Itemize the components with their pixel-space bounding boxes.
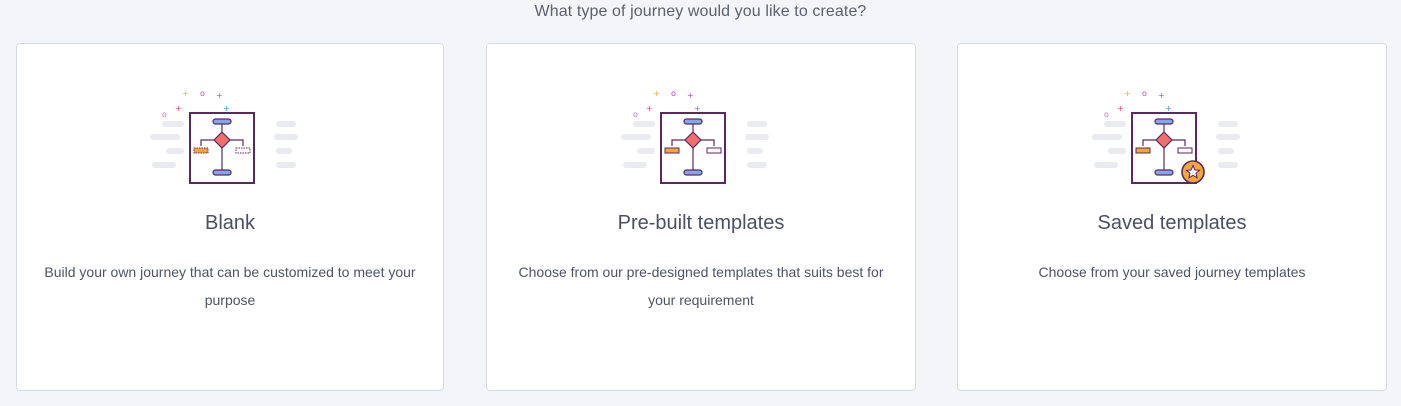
- svg-text:o: o: [200, 89, 205, 98]
- svg-text:+: +: [653, 89, 660, 98]
- svg-text:+: +: [1165, 104, 1172, 113]
- card-description: Choose from your saved journey templates: [1038, 264, 1306, 280]
- svg-text:+: +: [694, 104, 701, 113]
- svg-text:o: o: [162, 110, 167, 119]
- flowchart-template-icon: + o + + o + o: [621, 89, 769, 184]
- svg-text:o: o: [1104, 110, 1109, 119]
- prebuilt-templates-card[interactable]: + o + + o + o Pre-built templates Choose…: [486, 43, 916, 391]
- svg-text:o: o: [671, 89, 676, 98]
- svg-text:+: +: [1158, 91, 1165, 100]
- svg-text:+: +: [1117, 104, 1124, 113]
- card-title: Blank: [204, 212, 256, 234]
- card-title: Saved templates: [1097, 212, 1247, 234]
- flowchart-blank-icon: + o + + o + o: [150, 89, 298, 184]
- svg-text:o: o: [633, 110, 638, 119]
- svg-text:+: +: [182, 89, 189, 98]
- card-description: Build your own journey that can be custo…: [44, 264, 416, 308]
- journey-type-prompt: What type of journey would you like to c…: [534, 3, 867, 20]
- svg-text:+: +: [216, 91, 223, 100]
- saved-templates-card[interactable]: + o + + o + o Saved templates Choose fro…: [957, 43, 1387, 391]
- svg-text:+: +: [175, 104, 182, 113]
- card-description: Choose from our pre-designed templates t…: [518, 264, 884, 308]
- flowchart-saved-star-icon: + o + + o + o: [1092, 89, 1240, 184]
- card-title: Pre-built templates: [617, 212, 785, 234]
- svg-text:+: +: [1124, 89, 1131, 98]
- svg-text:+: +: [223, 104, 230, 113]
- blank-journey-card[interactable]: + o + + o + o Blank Build your own journ…: [16, 43, 444, 391]
- svg-text:+: +: [646, 104, 653, 113]
- svg-text:+: +: [687, 91, 694, 100]
- svg-text:o: o: [1142, 89, 1147, 98]
